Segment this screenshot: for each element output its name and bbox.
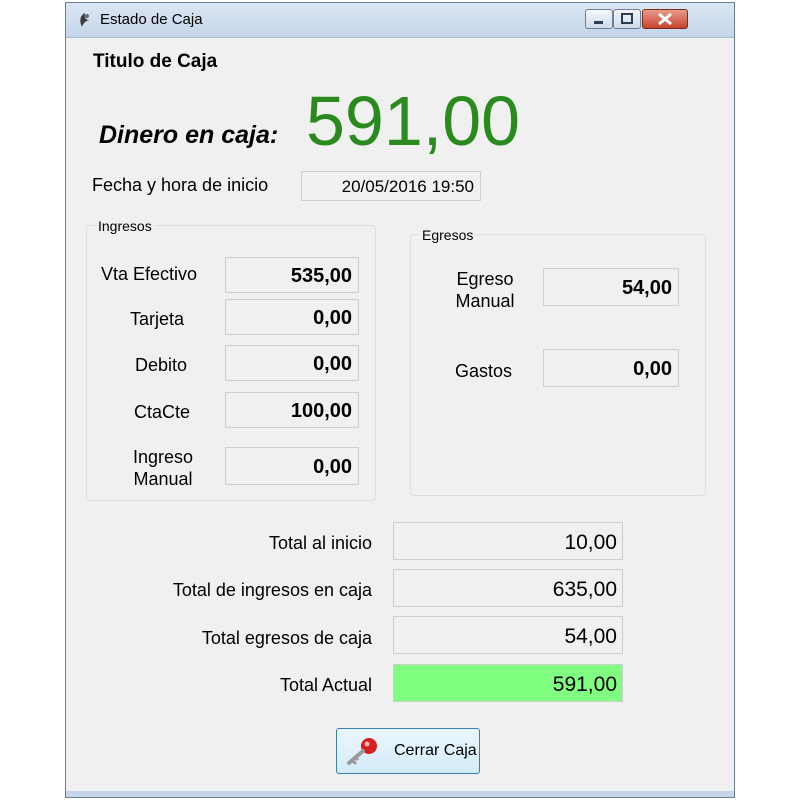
total-label-inicio: Total al inicio	[268, 533, 372, 553]
window: Estado de Caja Titulo de Caja Dinero en …	[65, 2, 735, 798]
debito-field: 0,00	[225, 345, 359, 381]
total-actual-field: 591,00	[393, 664, 623, 702]
egreso-manual-field: 54,00	[543, 268, 679, 306]
title-bar[interactable]: Estado de Caja	[66, 3, 734, 38]
ingreso-label-vta-efectivo: Vta Efectivo	[101, 264, 198, 284]
ingreso-manual-field: 0,00	[225, 447, 359, 485]
cerrar-caja-button[interactable]: Cerrar Caja	[336, 728, 480, 774]
total-ingresos-value: 635,00	[552, 578, 617, 601]
total-inicio-field: 10,00	[393, 522, 623, 560]
window-bottom-border	[66, 791, 734, 797]
ingresos-legend: Ingresos	[95, 218, 155, 234]
total-label-egresos: Total egresos de caja	[201, 628, 372, 648]
ingreso-label-debito: Debito	[135, 355, 188, 375]
total-egresos-value: 54,00	[564, 625, 617, 648]
gastos-value: 0,00	[633, 358, 672, 380]
app-icon	[80, 13, 89, 27]
egreso-manual-line1: Egreso	[456, 269, 514, 289]
egreso-manual-value: 54,00	[621, 277, 672, 299]
gastos-field: 0,00	[543, 349, 679, 387]
total-egresos-field: 54,00	[393, 616, 623, 654]
window-title: Estado de Caja	[100, 11, 203, 28]
close-button[interactable]	[642, 9, 688, 29]
fecha-field: 20/05/2016 19:50	[301, 171, 481, 201]
total-actual-value: 591,00	[552, 673, 617, 696]
ingreso-label-ctacte: CtaCte	[134, 402, 191, 422]
total-inicio-value: 10,00	[564, 531, 617, 554]
ingreso-label-tarjeta: Tarjeta	[130, 309, 185, 329]
total-label-actual: Total Actual	[279, 675, 372, 695]
egreso-manual-line2: Manual	[455, 291, 515, 311]
vta-efectivo-field: 535,00	[225, 257, 359, 293]
debito-value: 0,00	[313, 353, 352, 375]
caja-title: Titulo de Caja	[93, 51, 218, 72]
minimize-icon	[594, 21, 603, 24]
fecha-value: 20/05/2016 19:50	[341, 177, 474, 196]
cerrar-caja-label: Cerrar Caja	[394, 742, 477, 759]
dinero-label: Dinero en caja:	[99, 121, 279, 149]
ingreso-manual-line2: Manual	[133, 469, 193, 489]
egresos-legend: Egresos	[419, 227, 477, 243]
total-ingresos-field: 635,00	[393, 569, 623, 607]
fecha-label: Fecha y hora de inicio	[92, 175, 269, 195]
key-icon	[347, 738, 377, 766]
ingreso-manual-line1: Ingreso	[132, 447, 194, 467]
egreso-label-egreso-manual: Egreso Manual	[440, 268, 530, 312]
egreso-label-gastos: Gastos	[455, 361, 513, 381]
close-icon	[658, 12, 672, 26]
minimize-button[interactable]	[585, 9, 613, 29]
ingreso-manual-value: 0,00	[313, 456, 352, 478]
total-label-ingresos: Total de ingresos en caja	[172, 580, 372, 600]
ctacte-field: 100,00	[225, 392, 359, 428]
tarjeta-field: 0,00	[225, 299, 359, 335]
dinero-value: 591,00	[306, 82, 521, 160]
vta-efectivo-value: 535,00	[290, 265, 352, 287]
maximize-icon	[621, 13, 633, 24]
ctacte-value: 100,00	[290, 400, 352, 422]
ingreso-label-ingreso-manual: Ingreso Manual	[118, 446, 208, 490]
maximize-button[interactable]	[613, 9, 641, 29]
tarjeta-value: 0,00	[313, 307, 352, 329]
